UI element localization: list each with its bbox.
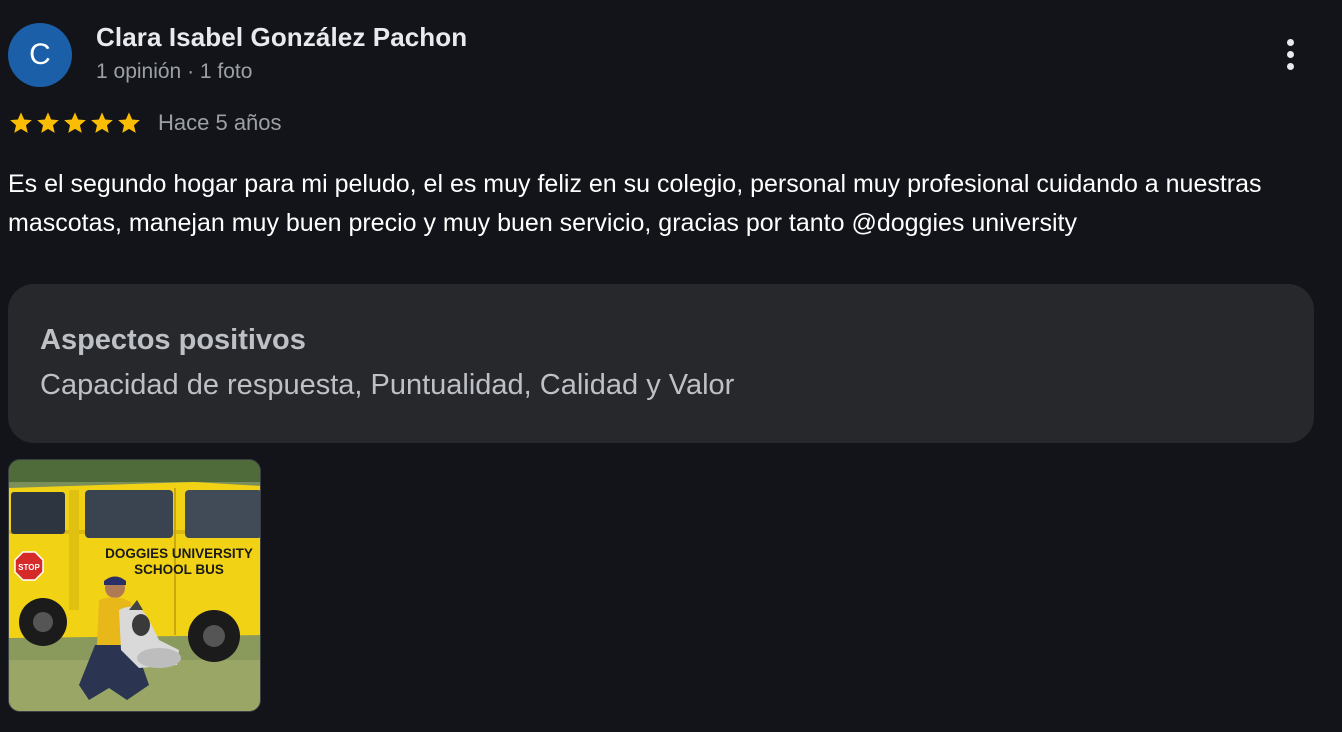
more-options-button[interactable] (1270, 34, 1310, 74)
more-vert-icon-dot (1286, 50, 1294, 58)
aspects-card: Aspectos positivos Capacidad de respuest… (8, 284, 1314, 443)
review-photo[interactable]: DOGGIES UNIVERSITY SCHOOL BUS STOP (8, 459, 261, 712)
review-time: Hace 5 años (158, 110, 282, 135)
star-icon (37, 112, 59, 133)
photo-image: DOGGIES UNIVERSITY SCHOOL BUS STOP (9, 460, 260, 711)
more-vert-icon (1286, 38, 1294, 46)
aspects-title: Aspectos positivos (40, 324, 306, 356)
star-icon (10, 112, 32, 133)
avatar[interactable]: C (8, 23, 72, 87)
review-card: C Clara Isabel González Pachon 1 opinión… (0, 0, 1342, 732)
rating-row: Hace 5 años (8, 110, 282, 136)
bus-text-line1: DOGGIES UNIVERSITY (105, 546, 253, 561)
bus-text-line2: SCHOOL BUS (134, 562, 224, 577)
author-meta: 1 opinión · 1 foto (96, 60, 253, 83)
star-icon (118, 112, 140, 133)
review-text: Es el segundo hogar para mi peludo, el e… (8, 170, 1262, 237)
author-name[interactable]: Clara Isabel González Pachon (96, 22, 467, 53)
more-vert-icon-dot (1286, 62, 1294, 70)
stop-sign-text: STOP (18, 563, 40, 572)
aspects-values: Capacidad de respuesta, Puntualidad, Cal… (40, 369, 735, 401)
star-rating (8, 110, 142, 136)
star-icon (64, 112, 86, 133)
avatar-initial: C (29, 38, 51, 71)
star-icon (91, 112, 113, 133)
